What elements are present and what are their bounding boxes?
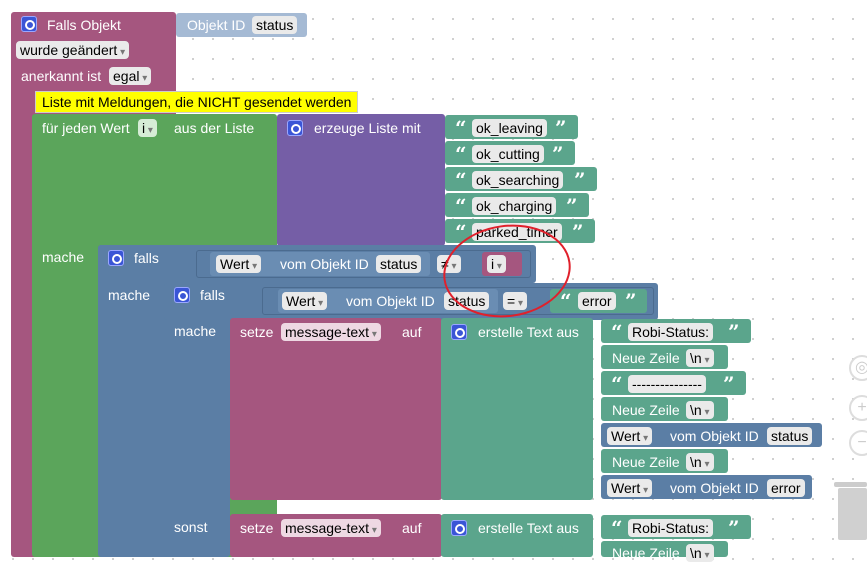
loop-label: für jeden Wert (42, 120, 130, 136)
text-item-value[interactable]: --------------- (628, 375, 706, 393)
inner-else-label: sonst (174, 519, 208, 535)
outer-if-label: falls (134, 250, 159, 266)
quote-open-icon: “ (611, 372, 623, 396)
outer-do-label: mache (108, 287, 151, 303)
create-text-label: erstelle Text aus (478, 520, 579, 536)
list-item-text[interactable]: ok_searching (472, 171, 564, 189)
quote-close-icon: ” (555, 116, 567, 140)
auf-label: auf (402, 520, 422, 536)
quote-close-icon: ” (552, 142, 564, 166)
quote-close-icon: ” (572, 220, 584, 244)
newline-dropdown[interactable]: \n (686, 401, 714, 419)
outer-wert-dropdown[interactable]: Wert (216, 255, 262, 273)
inner-vom-objekt: vom Objekt ID (346, 293, 435, 309)
loop-do-label: mache (42, 249, 85, 265)
create-text-label: erstelle Text aus (478, 324, 579, 340)
quote-close-icon: ” (723, 372, 735, 396)
zoom-in-icon[interactable]: + (849, 395, 867, 421)
newline-label: Neue Zeile (612, 350, 680, 366)
gear-icon[interactable] (287, 120, 303, 136)
newline-dropdown[interactable]: \n (686, 349, 714, 367)
objekt-id-value[interactable]: error (767, 479, 805, 497)
acknowledged-label: anerkannt ist (21, 68, 102, 84)
list-item-text[interactable]: ok_charging (472, 197, 557, 215)
objekt-id-value[interactable]: status (767, 427, 813, 445)
variable-dropdown[interactable]: message-text (281, 323, 381, 341)
gear-icon[interactable] (174, 287, 190, 303)
list-item-text[interactable]: ok_cutting (472, 145, 544, 163)
acknowledged-dropdown[interactable]: egal (109, 67, 152, 85)
gear-icon[interactable] (21, 16, 37, 32)
quote-close-icon: ” (625, 289, 637, 313)
outer-objekt-id[interactable]: status (376, 255, 422, 273)
quote-close-icon: ” (728, 320, 740, 344)
newline-label: Neue Zeile (612, 402, 680, 418)
objekt-id-value[interactable]: status (252, 16, 298, 34)
auf-label: auf (402, 324, 422, 340)
newline-dropdown[interactable]: \n (686, 544, 714, 562)
inner-if-label: falls (200, 287, 225, 303)
vom-objekt-label: vom Objekt ID (670, 480, 759, 496)
recenter-icon[interactable]: ◎ (849, 355, 867, 381)
variable-dropdown[interactable]: message-text (281, 519, 381, 537)
quote-open-icon: “ (611, 320, 623, 344)
trash-icon[interactable] (834, 482, 867, 540)
quote-open-icon: “ (455, 168, 467, 192)
setze-label: setze (240, 520, 274, 536)
quote-open-icon: “ (611, 516, 623, 540)
gear-icon[interactable] (451, 324, 467, 340)
comment-note[interactable]: Liste mit Meldungen, die NICHT gesendet … (35, 91, 359, 113)
loop-var[interactable]: i (138, 119, 157, 137)
outer-vom-objekt: vom Objekt ID (280, 256, 369, 272)
quote-open-icon: “ (455, 194, 467, 218)
list-item-text[interactable]: ok_leaving (472, 119, 547, 137)
quote-close-icon: ” (566, 194, 578, 218)
inner-wert-dropdown[interactable]: Wert (282, 292, 328, 310)
setze-label: setze (240, 324, 274, 340)
quote-open-icon: “ (560, 289, 572, 313)
quote-open-icon: “ (455, 142, 467, 166)
quote-open-icon: “ (455, 116, 467, 140)
wert-dropdown[interactable]: Wert (607, 427, 653, 445)
create-list-label: erzeuge Liste mit (314, 120, 421, 136)
gear-icon[interactable] (451, 520, 467, 536)
newline-dropdown[interactable]: \n (686, 453, 714, 471)
wert-dropdown[interactable]: Wert (607, 479, 653, 497)
set-variable-block[interactable] (230, 318, 442, 500)
newline-label: Neue Zeile (612, 545, 680, 561)
quote-close-icon: ” (728, 516, 740, 540)
trigger-title: Falls Objekt (47, 17, 121, 33)
newline-label: Neue Zeile (612, 454, 680, 470)
vom-objekt-label: vom Objekt ID (670, 428, 759, 444)
loop-from-label: aus der Liste (174, 120, 255, 136)
create-text-block[interactable] (441, 318, 593, 500)
zoom-out-icon[interactable]: − (849, 430, 867, 456)
objekt-id-label: Objekt ID (187, 17, 246, 33)
changed-dropdown[interactable]: wurde geändert (16, 41, 130, 59)
inner-text-value[interactable]: error (578, 292, 616, 310)
text-item-value[interactable]: Robi-Status: (628, 519, 714, 537)
gear-icon[interactable] (108, 250, 124, 266)
quote-close-icon: ” (574, 168, 586, 192)
inner-do-label: mache (174, 323, 217, 339)
text-item-value[interactable]: Robi-Status: (628, 323, 714, 341)
